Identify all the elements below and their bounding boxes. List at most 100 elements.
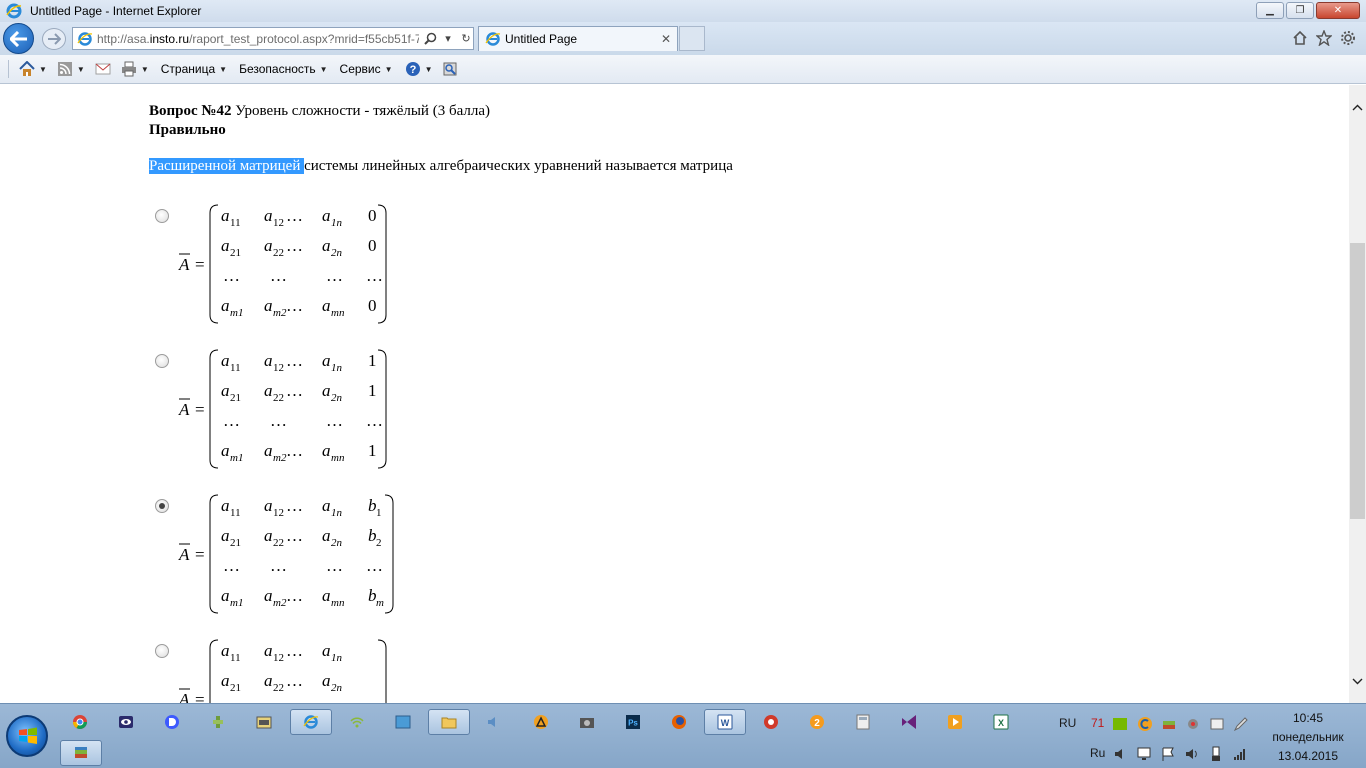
settings-gear-icon[interactable] <box>1338 29 1358 47</box>
help-button[interactable]: ? ▼ <box>405 61 432 77</box>
matrix-label: A <box>178 690 190 703</box>
tray-app-c[interactable] <box>1133 711 1157 737</box>
answer-radio[interactable] <box>155 209 169 223</box>
scrollbar-thumb[interactable] <box>1350 243 1365 519</box>
tray-layers[interactable] <box>1157 711 1181 737</box>
system-clock[interactable]: 10:45 понедельник 13.04.2015 <box>1258 709 1358 766</box>
matrix-subscript: m2 <box>273 307 287 319</box>
scroll-down-arrow-icon[interactable] <box>1349 673 1366 690</box>
ellipsis: … <box>223 556 240 575</box>
tab-untitled-page[interactable]: Untitled Page ✕ <box>478 26 678 51</box>
taskbar-media-app[interactable] <box>477 709 511 735</box>
matrix-entry: a <box>264 351 273 370</box>
home-button[interactable]: ▼ <box>19 61 47 77</box>
new-tab-button[interactable] <box>679 26 705 51</box>
tray-tools[interactable] <box>1181 711 1205 737</box>
home-icon[interactable] <box>1290 29 1310 47</box>
equals-sign: = <box>195 690 205 703</box>
taskbar-firefox[interactable] <box>662 709 696 735</box>
matrix-entry: a <box>264 381 273 400</box>
back-button[interactable] <box>3 23 34 54</box>
matrix-subscript: 22 <box>273 392 284 404</box>
tray-volume-mixer[interactable] <box>1110 741 1132 767</box>
scroll-up-arrow-icon[interactable] <box>1349 99 1366 116</box>
taskbar-app-2[interactable]: 2 <box>800 709 834 735</box>
answer-radio[interactable] <box>155 644 169 658</box>
tray-window[interactable] <box>1205 711 1229 737</box>
security-menu[interactable]: Безопасность ▼ <box>239 62 327 76</box>
taskbar-chrome[interactable] <box>63 709 97 735</box>
address-bar[interactable]: http://asa.insto.ru/raport_test_protocol… <box>72 27 474 50</box>
keyboard-layout-indicator[interactable]: Ru <box>1090 746 1105 760</box>
window-title: Untitled Page - Internet Explorer <box>30 4 202 18</box>
tray-network[interactable] <box>1229 741 1251 767</box>
favorites-star-icon[interactable] <box>1314 29 1334 47</box>
close-window-button[interactable]: ✕ <box>1316 2 1360 19</box>
tray-usb[interactable] <box>1205 741 1227 767</box>
matrix-formula: A =a 11 a 12… a 1n 1a 21 a 22… a 2n 1……… …a m1 a m2… a mn 1 <box>178 349 387 469</box>
taskbar-media-player[interactable] <box>938 709 972 735</box>
taskbar-app-triangle[interactable] <box>524 709 558 735</box>
restore-button[interactable]: ❐ <box>1286 2 1314 19</box>
answer-radio[interactable] <box>155 499 169 513</box>
ellipsis: … <box>366 411 383 430</box>
help-icon: ? <box>405 62 420 76</box>
taskbar-app-red[interactable] <box>754 709 788 735</box>
matrix-entry: a <box>322 381 331 400</box>
tray-nvidia[interactable] <box>1108 711 1132 737</box>
navigation-bar: http://asa.insto.ru/raport_test_protocol… <box>0 22 1366 55</box>
ellipsis: … <box>366 556 383 575</box>
minimize-button[interactable]: ▁ <box>1256 2 1284 19</box>
taskbar-layered-app[interactable] <box>60 740 102 766</box>
page-menu[interactable]: Страница ▼ <box>161 62 227 76</box>
vertical-scrollbar[interactable] <box>1349 85 1366 703</box>
taskbar-app-blue[interactable] <box>386 709 420 735</box>
forward-button[interactable] <box>42 28 66 50</box>
answer-radio[interactable] <box>155 354 169 368</box>
rss-feeds-button[interactable]: ▼ <box>57 61 85 77</box>
page-content: Вопрос №42 Уровень сложности - тяжёлый (… <box>0 85 1349 703</box>
camera-icon <box>580 718 594 728</box>
tray-volume[interactable] <box>1181 741 1203 767</box>
research-icon <box>443 62 457 76</box>
taskbar-visual-studio[interactable] <box>892 709 926 735</box>
research-button[interactable] <box>442 61 458 77</box>
tray-monitor[interactable] <box>1133 741 1155 767</box>
taskbar-explorer[interactable] <box>428 709 470 735</box>
tray-pen[interactable] <box>1229 711 1253 737</box>
taskbar-app-green[interactable] <box>201 709 235 735</box>
taskbar-internet-explorer[interactable] <box>290 709 332 735</box>
matrix-subscript: 1n <box>331 652 343 664</box>
taskbar-app-eye[interactable] <box>109 709 143 735</box>
calculator-icon <box>856 714 870 730</box>
url-text[interactable]: http://asa.insto.ru/raport_test_protocol… <box>97 32 419 46</box>
tray-action-center[interactable] <box>1157 741 1179 767</box>
svg-text:?: ? <box>409 64 416 76</box>
ellipsis: … <box>286 206 303 225</box>
matrix-subscript: 1n <box>331 362 343 374</box>
close-tab-icon[interactable]: ✕ <box>661 32 671 46</box>
taskbar-app-folder-window[interactable] <box>247 709 281 735</box>
search-icon[interactable] <box>423 32 437 46</box>
matrix-subscript: m1 <box>230 597 243 609</box>
taskbar-photoshop[interactable]: Ps <box>616 709 650 735</box>
matrix-subscript: 2n <box>331 392 343 404</box>
windows-logo-icon <box>19 727 37 744</box>
print-button[interactable]: ▼ <box>121 61 149 77</box>
taskbar-excel[interactable]: X <box>984 709 1018 735</box>
refresh-icon[interactable]: ↻ <box>459 32 473 46</box>
taskbar-word[interactable]: W <box>704 709 746 735</box>
start-button[interactable] <box>6 715 48 757</box>
matrix-entry: a <box>322 206 331 225</box>
taskbar-wifi-app[interactable] <box>340 709 374 735</box>
matrix-entry: a <box>322 526 331 545</box>
mail-button[interactable] <box>95 62 111 76</box>
taskbar-calculator[interactable] <box>846 709 880 735</box>
dropdown-arrow-icon[interactable]: ▾ <box>441 32 455 46</box>
taskbar-camera-app[interactable] <box>570 709 604 735</box>
matrix-subscript: 22 <box>273 537 284 549</box>
language-indicator[interactable]: RU <box>1059 716 1076 730</box>
taskbar-app-d[interactable] <box>155 709 189 735</box>
speaker-app-icon <box>488 717 495 727</box>
service-menu[interactable]: Сервис ▼ <box>340 62 393 76</box>
